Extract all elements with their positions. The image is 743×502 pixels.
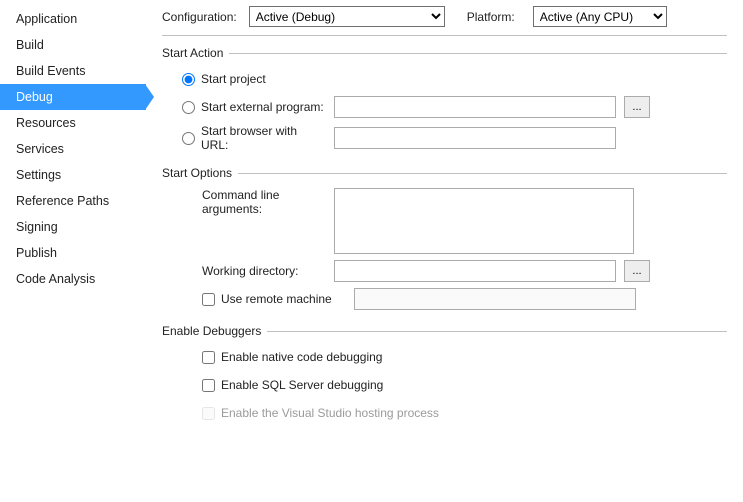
group-title-start-options: Start Options xyxy=(162,166,238,180)
main-panel: Configuration: Active (Debug) Platform: … xyxy=(146,0,743,502)
checkbox-use-remote[interactable]: Use remote machine xyxy=(182,292,346,306)
checkbox-sql-debug-label: Enable SQL Server debugging xyxy=(221,378,383,392)
browse-external-button[interactable]: ... xyxy=(624,96,650,118)
sidebar-item-reference-paths[interactable]: Reference Paths xyxy=(0,188,146,214)
configuration-label: Configuration: xyxy=(162,10,237,24)
sidebar-item-settings[interactable]: Settings xyxy=(0,162,146,188)
checkbox-sql-debug[interactable]: Enable SQL Server debugging xyxy=(182,378,383,392)
external-program-input[interactable] xyxy=(334,96,616,118)
sidebar-item-application[interactable]: Application xyxy=(0,6,146,32)
radio-start-external-input[interactable] xyxy=(182,101,195,114)
radio-start-project[interactable]: Start project xyxy=(182,72,266,86)
remote-machine-input xyxy=(354,288,636,310)
radio-start-browser[interactable]: Start browser with URL: xyxy=(182,124,326,152)
checkbox-hosting-process-label: Enable the Visual Studio hosting process xyxy=(221,406,439,420)
sidebar-item-build[interactable]: Build xyxy=(0,32,146,58)
configuration-select[interactable]: Active (Debug) xyxy=(249,6,445,27)
cmd-args-input[interactable] xyxy=(334,188,634,254)
checkbox-native-debug[interactable]: Enable native code debugging xyxy=(182,350,382,364)
checkbox-native-debug-label: Enable native code debugging xyxy=(221,350,382,364)
checkbox-hosting-process: Enable the Visual Studio hosting process xyxy=(182,406,439,420)
group-title-start-action: Start Action xyxy=(162,46,229,60)
browser-url-input[interactable] xyxy=(334,127,616,149)
group-title-debuggers: Enable Debuggers xyxy=(162,324,267,338)
sidebar-item-build-events[interactable]: Build Events xyxy=(0,58,146,84)
group-enable-debuggers: Enable Debuggers Enable native code debu… xyxy=(162,324,727,424)
sidebar-item-code-analysis[interactable]: Code Analysis xyxy=(0,266,146,292)
group-divider xyxy=(229,53,727,54)
group-divider xyxy=(267,331,727,332)
radio-start-external-label: Start external program: xyxy=(201,100,324,114)
radio-start-external[interactable]: Start external program: xyxy=(182,100,326,114)
working-dir-input[interactable] xyxy=(334,260,616,282)
browse-working-dir-button[interactable]: ... xyxy=(624,260,650,282)
group-start-options: Start Options Command line arguments: Wo… xyxy=(162,166,727,310)
group-start-action: Start Action Start project Start externa… xyxy=(162,46,727,152)
sidebar-item-services[interactable]: Services xyxy=(0,136,146,162)
sidebar-item-debug[interactable]: Debug xyxy=(0,84,146,110)
sidebar-item-publish[interactable]: Publish xyxy=(0,240,146,266)
cmd-args-label: Command line arguments: xyxy=(182,188,326,216)
checkbox-use-remote-input[interactable] xyxy=(202,293,215,306)
checkbox-sql-debug-input[interactable] xyxy=(202,379,215,392)
radio-start-project-label: Start project xyxy=(201,72,266,86)
radio-start-browser-input[interactable] xyxy=(182,132,195,145)
radio-start-project-input[interactable] xyxy=(182,73,195,86)
checkbox-use-remote-label: Use remote machine xyxy=(221,292,332,306)
divider xyxy=(162,35,727,36)
radio-start-browser-label: Start browser with URL: xyxy=(201,124,326,152)
group-divider xyxy=(238,173,727,174)
sidebar-item-resources[interactable]: Resources xyxy=(0,110,146,136)
sidebar: Application Build Build Events Debug Res… xyxy=(0,0,146,502)
working-dir-label: Working directory: xyxy=(182,264,326,278)
platform-select[interactable]: Active (Any CPU) xyxy=(533,6,667,27)
sidebar-item-signing[interactable]: Signing xyxy=(0,214,146,240)
platform-label: Platform: xyxy=(467,10,515,24)
checkbox-hosting-process-input xyxy=(202,407,215,420)
checkbox-native-debug-input[interactable] xyxy=(202,351,215,364)
